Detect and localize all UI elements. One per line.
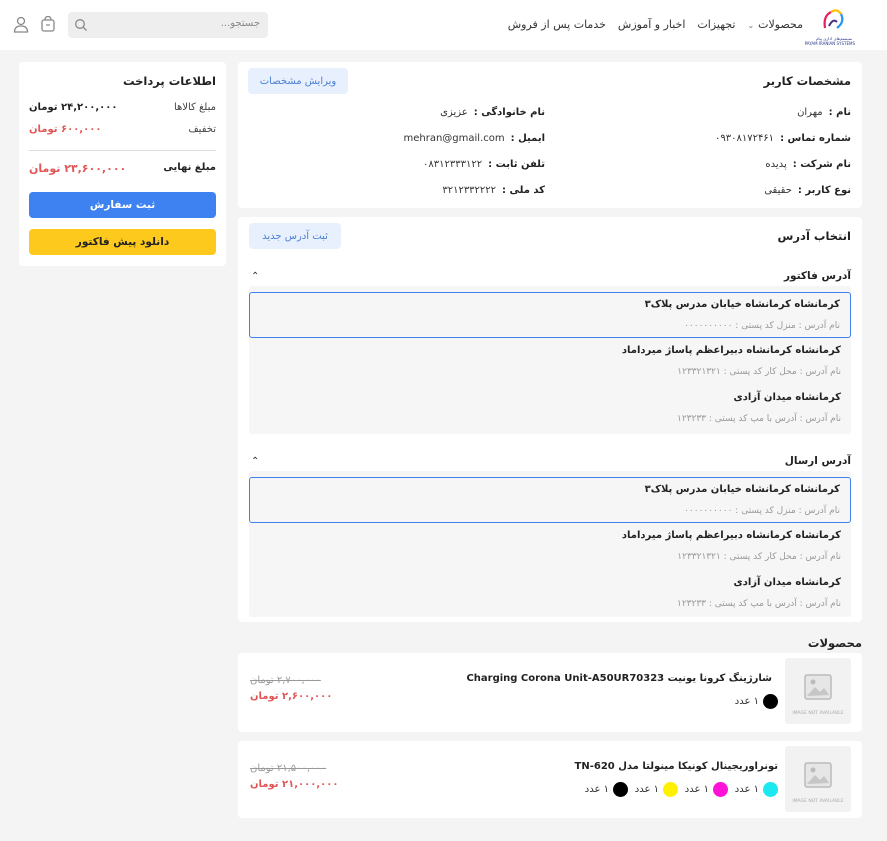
edit-profile-button[interactable]: ویرایش مشخصات bbox=[248, 68, 348, 94]
download-invoice-button[interactable]: دانلود پیش فاکتور bbox=[29, 229, 216, 255]
product-card: IMAGE NOT AVAILABLE شارژینگ کرونا یونیت … bbox=[238, 653, 862, 732]
search-placeholder: جستجو... bbox=[220, 18, 260, 29]
color-swatch bbox=[663, 782, 678, 797]
search-icon[interactable] bbox=[74, 18, 88, 32]
payment-title: اطلاعات پرداخت bbox=[122, 74, 216, 88]
shipping-address-title: آدرس ارسال bbox=[784, 455, 851, 467]
color-swatch bbox=[763, 694, 778, 709]
address-item[interactable]: کرمانشاه کرمانشاه خیابان مدرس پلاک۳ نام … bbox=[249, 477, 851, 523]
user-type-field: نوع کاربر :حقیقی bbox=[764, 185, 851, 196]
color-qty: ۱ عدد bbox=[735, 694, 778, 709]
logo-caption: سیستم‌های اداری پیام PAYAM IRANIAN SYSTE… bbox=[804, 36, 855, 46]
new-address-button[interactable]: ثبت آدرس جدید bbox=[249, 223, 341, 249]
company-field: نام شرکت :پدیده bbox=[765, 159, 851, 170]
final-total-value: ۲۳,۶۰۰,۰۰۰ تومان bbox=[29, 162, 127, 175]
address-item[interactable]: کرمانشاه میدان آزادی نام آدرس : آدرس با … bbox=[249, 386, 851, 432]
invoice-address-title: آدرس فاکتور bbox=[783, 270, 851, 282]
product-new-price: ۲,۶۰۰,۰۰۰ تومان bbox=[250, 691, 333, 702]
products-title: محصولات bbox=[807, 636, 862, 650]
product-image: IMAGE NOT AVAILABLE bbox=[785, 746, 851, 812]
product-image: IMAGE NOT AVAILABLE bbox=[785, 658, 851, 724]
final-total-row: مبلغ نهایی ۲۳,۶۰۰,۰۰۰ تومان bbox=[29, 162, 216, 175]
color-qty: ۱ عدد bbox=[635, 782, 678, 797]
product-name[interactable]: تونراوریجینال کونیکا مینولتا مدل TN-620 bbox=[575, 761, 778, 772]
chevron-up-icon[interactable]: ⌃ bbox=[251, 271, 259, 282]
first-name-field: نام :مهران bbox=[797, 107, 851, 118]
nav-item-equipment[interactable]: تجهیزات bbox=[697, 18, 735, 31]
items-total-value: ۲۴,۲۰۰,۰۰۰ تومان bbox=[29, 102, 118, 113]
shipping-address-list: کرمانشاه کرمانشاه خیابان مدرس پلاک۳ نام … bbox=[249, 471, 851, 617]
image-placeholder-icon bbox=[804, 762, 832, 788]
address-item[interactable]: کرمانشاه میدان آزادی نام آدرس : آدرس با … bbox=[249, 571, 851, 617]
site-logo[interactable]: سیستم‌های اداری پیام PAYAM IRANIAN SYSTE… bbox=[805, 6, 855, 46]
image-placeholder-icon bbox=[804, 674, 832, 700]
payment-divider bbox=[29, 150, 216, 151]
cart-icon[interactable] bbox=[39, 15, 57, 33]
color-swatch bbox=[613, 782, 628, 797]
nav-item-after-sales[interactable]: خدمات پس از فروش bbox=[508, 18, 606, 31]
items-total-label: مبلغ کالاها bbox=[173, 102, 216, 113]
phone-field: شماره تماس :۰۹۳۰۸۱۷۲۴۶۱ bbox=[714, 133, 851, 144]
product-old-price: ۲۱,۵۰۰,۰۰۰ تومان bbox=[250, 763, 327, 774]
discount-row: تخفیف ۶۰۰,۰۰۰ تومان bbox=[29, 124, 216, 135]
site-header: سیستم‌های اداری پیام PAYAM IRANIAN SYSTE… bbox=[0, 0, 887, 50]
address-title: انتخاب آدرس bbox=[777, 229, 851, 243]
payment-card: اطلاعات پرداخت مبلغ کالاها ۲۴,۲۰۰,۰۰۰ تو… bbox=[19, 62, 226, 266]
national-code-field: کد ملی :۳۲۱۲۳۳۲۲۲۲ bbox=[442, 185, 545, 196]
final-total-label: مبلغ نهایی bbox=[163, 162, 216, 173]
product-name[interactable]: شارژینگ کرونا یونیت Charging Corona Unit… bbox=[466, 673, 772, 684]
last-name-field: نام خانوادگی :عزیزی bbox=[440, 107, 545, 118]
color-qty: ۱ عدد bbox=[685, 782, 728, 797]
address-item[interactable]: کرمانشاه کرمانشاه دبیراعظم پاساژ میرداما… bbox=[249, 339, 851, 385]
address-item[interactable]: کرمانشاه کرمانشاه دبیراعظم پاساژ میرداما… bbox=[249, 524, 851, 570]
color-qty: ۱ عدد bbox=[735, 782, 778, 797]
logo-mark-icon bbox=[823, 9, 844, 29]
product-old-price: ۲,۷۰۰,۰۰۰ تومان bbox=[250, 675, 321, 686]
discount-label: تخفیف bbox=[188, 124, 216, 135]
color-qty: ۱ عدد bbox=[585, 782, 628, 797]
user-info-title: مشخصات کاربر bbox=[763, 74, 851, 88]
invoice-address-list: کرمانشاه کرمانشاه خیابان مدرس پلاک۳ نام … bbox=[249, 286, 851, 434]
address-card: انتخاب آدرس ثبت آدرس جدید آدرس فاکتور ⌃ … bbox=[238, 217, 862, 622]
product-new-price: ۲۱,۰۰۰,۰۰۰ تومان bbox=[250, 779, 339, 790]
address-item[interactable]: کرمانشاه کرمانشاه خیابان مدرس پلاک۳ نام … bbox=[249, 292, 851, 338]
landline-field: تلفن ثابت :۰۸۳۱۲۳۳۳۱۲۲ bbox=[423, 159, 545, 170]
discount-value: ۶۰۰,۰۰۰ تومان bbox=[29, 124, 102, 135]
main-nav: محصولات⌄ تجهیزات اخبار و آموزش خدمات پس … bbox=[508, 18, 803, 31]
email-field: ایمیل :mehran@gmail.com bbox=[403, 133, 546, 144]
chevron-down-icon: ⌄ bbox=[747, 21, 755, 30]
user-icon[interactable] bbox=[12, 15, 30, 33]
user-info-card: مشخصات کاربر ویرایش مشخصات نام :مهران نا… bbox=[238, 62, 862, 208]
nav-item-products[interactable]: محصولات⌄ bbox=[747, 18, 803, 31]
submit-order-button[interactable]: ثبت سفارش bbox=[29, 192, 216, 218]
items-total-row: مبلغ کالاها ۲۴,۲۰۰,۰۰۰ تومان bbox=[29, 102, 216, 113]
color-swatch bbox=[713, 782, 728, 797]
nav-item-news[interactable]: اخبار و آموزش bbox=[618, 18, 686, 31]
color-swatch bbox=[763, 782, 778, 797]
search-input[interactable]: جستجو... bbox=[68, 12, 268, 38]
product-card: IMAGE NOT AVAILABLE تونراوریجینال کونیکا… bbox=[238, 741, 862, 818]
chevron-up-icon[interactable]: ⌃ bbox=[251, 456, 259, 467]
